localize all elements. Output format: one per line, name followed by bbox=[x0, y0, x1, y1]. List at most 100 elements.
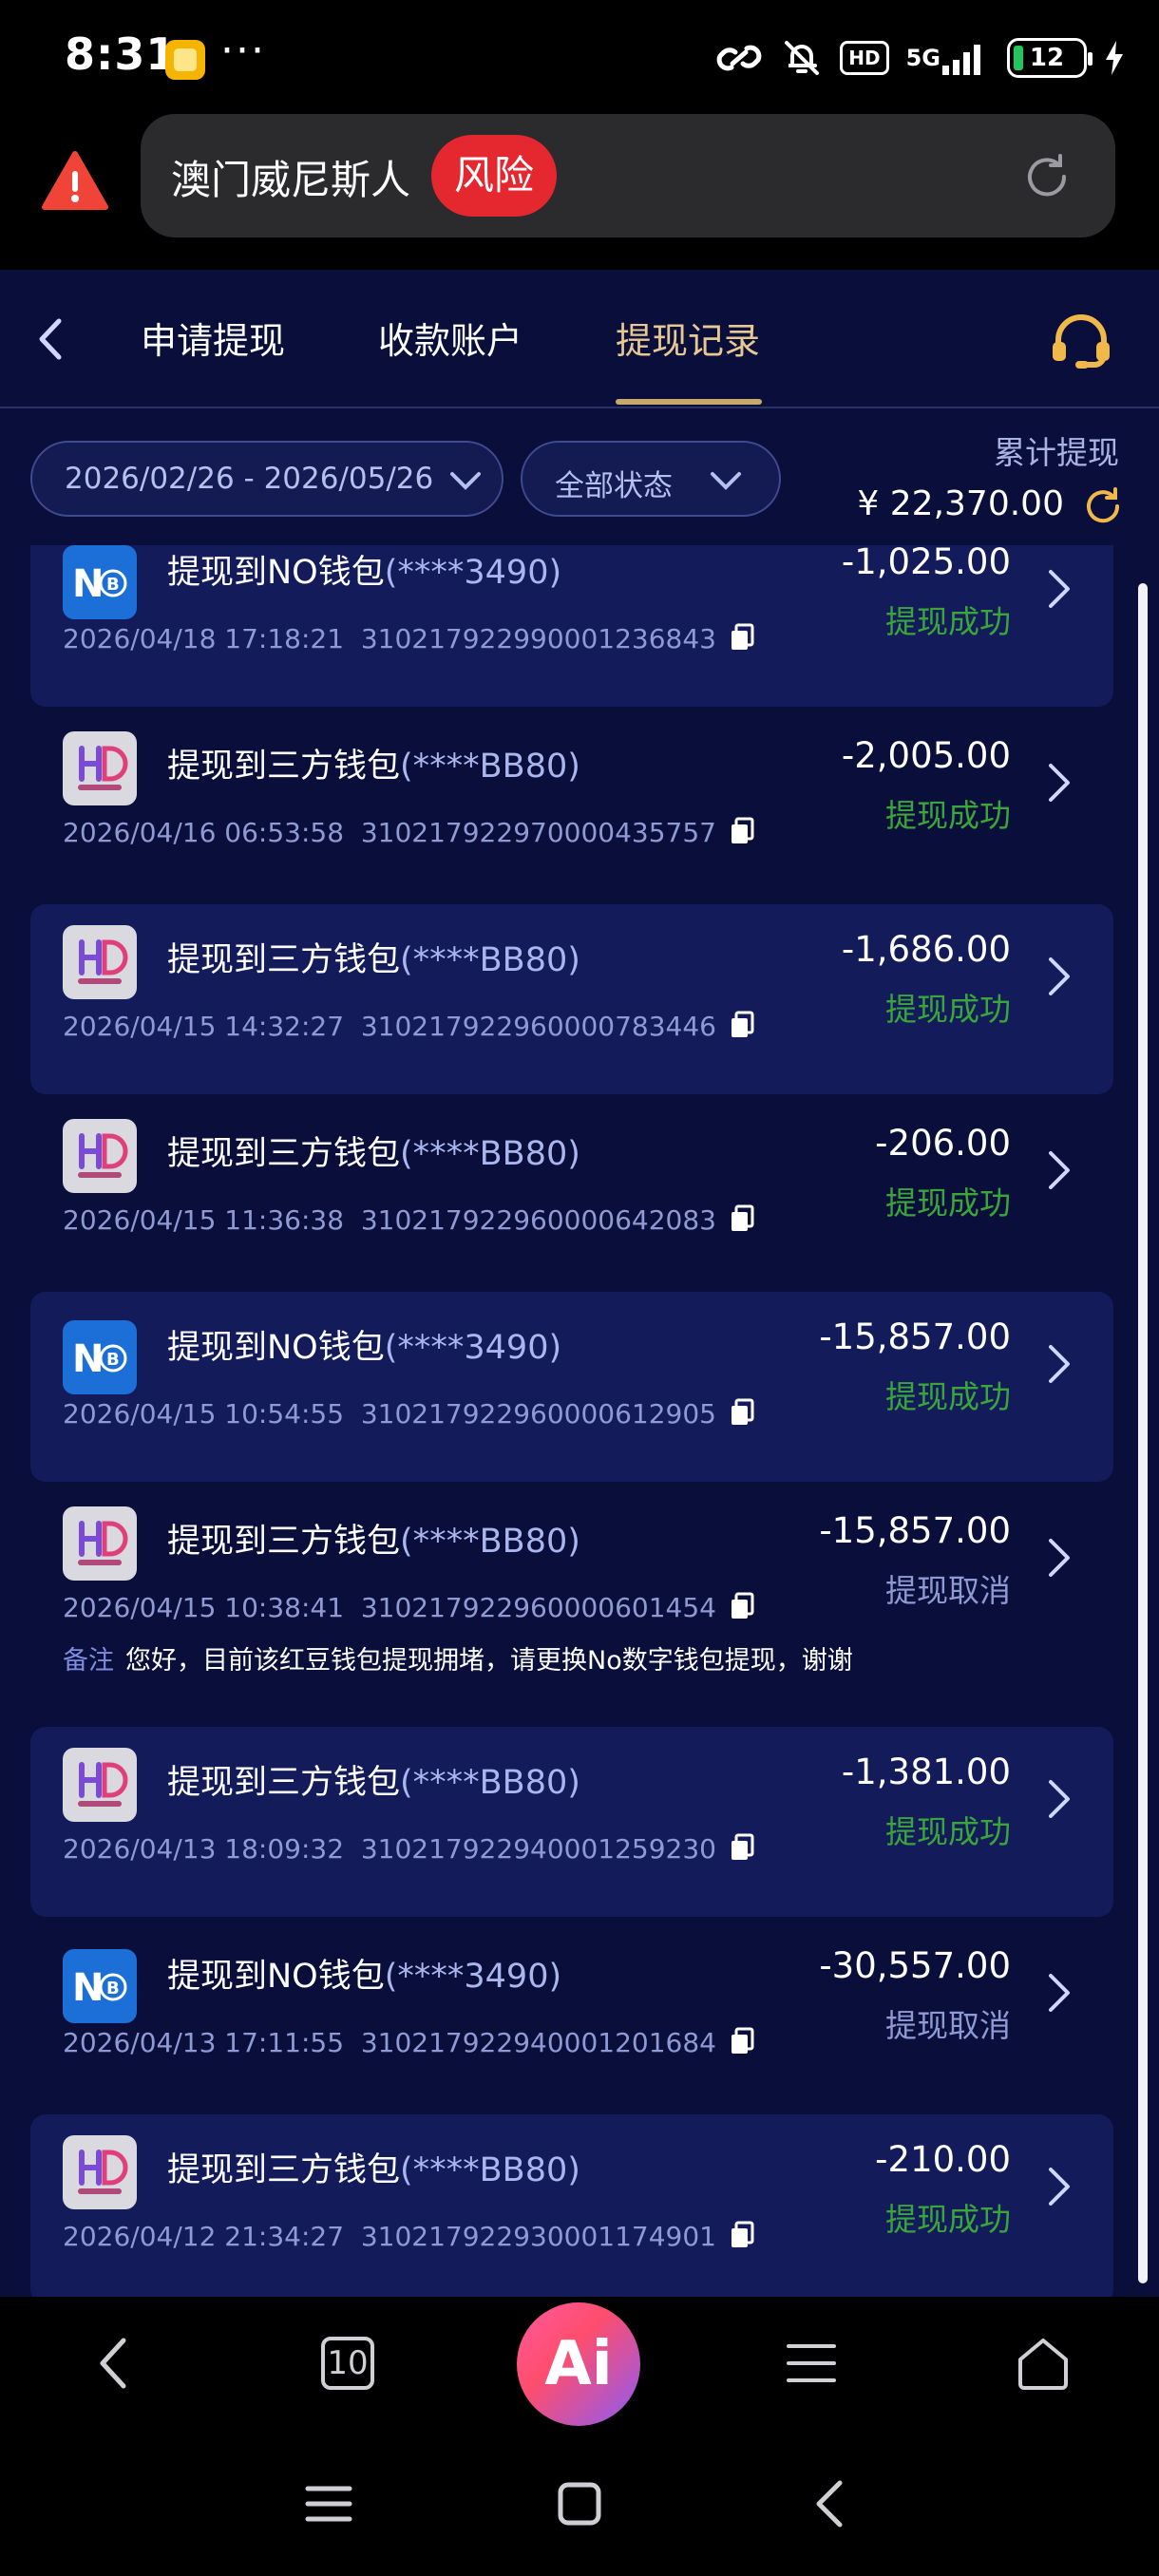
record-meta: 2026/04/15 10:54:55 31021792296000061290… bbox=[63, 1398, 754, 1430]
withdraw-records-page: 申请提现 收款账户 提现记录 2026/02/26 - 2026/05/26 全… bbox=[0, 270, 1159, 2297]
home-icon[interactable] bbox=[1005, 2325, 1081, 2401]
chevron-right-icon[interactable] bbox=[1045, 1341, 1074, 1387]
battery-icon: 12 bbox=[1007, 38, 1092, 78]
tab-payment-accounts[interactable]: 收款账户 bbox=[378, 312, 522, 364]
customer-service-headset-icon[interactable] bbox=[1047, 308, 1115, 376]
tab-withdraw-records[interactable]: 提现记录 bbox=[616, 312, 760, 364]
record-datetime: 2026/04/13 17:11:55 bbox=[63, 2027, 345, 2058]
status-filter-text: 全部状态 bbox=[555, 469, 673, 503]
copy-icon[interactable] bbox=[730, 2221, 754, 2249]
record-title: 提现到三方钱包(****BB80) bbox=[167, 1514, 580, 1563]
record-status: 提现成功 bbox=[885, 1184, 1011, 1222]
record-order-number: 310217922970000435757 bbox=[360, 817, 716, 848]
ai-assistant-button[interactable]: Ai bbox=[517, 2302, 640, 2426]
record-remark: 备注 您好，目前该红豆钱包提现拥堵，请更换No数字钱包提现，谢谢 bbox=[63, 1639, 853, 1676]
record-datetime: 2026/04/13 18:09:32 bbox=[63, 1833, 345, 1865]
status-time: 8:31 bbox=[65, 28, 178, 80]
total-withdraw-value: ¥ 22,370.00 bbox=[857, 484, 1064, 523]
record-meta: 2026/04/13 17:11:55 31021792294000120168… bbox=[63, 2027, 754, 2058]
record-title-text: 提现到三方钱包 bbox=[167, 1523, 401, 1561]
chevron-right-icon[interactable] bbox=[1045, 1147, 1074, 1193]
copy-icon[interactable] bbox=[730, 1011, 754, 1039]
copy-icon[interactable] bbox=[730, 1204, 754, 1233]
withdraw-record-item[interactable]: N B 提现到NO钱包(****3490) 2026/04/15 10:54:55 3… bbox=[30, 1292, 1113, 1482]
withdraw-record-item[interactable]: 提现到三方钱包(****BB80) 2026/04/15 10:38:41 310… bbox=[30, 1486, 1113, 1723]
copy-icon[interactable] bbox=[730, 2027, 754, 2055]
copy-icon[interactable] bbox=[730, 1833, 754, 1862]
battery-level: 12 bbox=[1029, 44, 1065, 72]
chevron-right-icon[interactable] bbox=[1045, 2164, 1074, 2209]
copy-icon[interactable] bbox=[730, 1398, 754, 1427]
record-meta: 2026/04/15 11:36:38 31021792296000064208… bbox=[63, 1204, 754, 1236]
no-wallet-icon: NB bbox=[63, 1949, 137, 2023]
record-amount: -206.00 bbox=[875, 1123, 1011, 1164]
record-meta: 2026/04/13 18:09:32 31021792294000125923… bbox=[63, 1833, 754, 1865]
withdraw-record-item[interactable]: 提现到三方钱包(****BB80) 2026/04/13 18:09:32 310… bbox=[30, 1727, 1113, 1917]
scrollbar[interactable] bbox=[1138, 583, 1148, 2283]
svg-text:B: B bbox=[106, 575, 120, 595]
chevron-right-icon[interactable] bbox=[1045, 1776, 1074, 1822]
tab-apply-withdraw[interactable]: 申请提现 bbox=[141, 312, 285, 364]
record-order-number: 310217922930001174901 bbox=[360, 2221, 716, 2252]
hd-icon: HD bbox=[840, 41, 889, 75]
status-bar: 8:31 ··· HD 5G 12 bbox=[0, 0, 1159, 114]
record-account-mask: (****3490) bbox=[384, 1329, 562, 1367]
svg-text:N: N bbox=[72, 1337, 104, 1381]
reload-icon[interactable] bbox=[1022, 152, 1072, 201]
record-amount: -15,857.00 bbox=[819, 1510, 1011, 1551]
record-amount: -15,857.00 bbox=[819, 1316, 1011, 1357]
record-order-number: 310217922960000601454 bbox=[360, 1592, 716, 1623]
chevron-right-icon[interactable] bbox=[1045, 566, 1074, 612]
record-amount: -210.00 bbox=[875, 2139, 1011, 2180]
risk-badge[interactable]: 风险 bbox=[431, 135, 558, 217]
withdraw-record-item[interactable]: N B 提现到NO钱包(****3490) 2026/04/13 17:11:55 3… bbox=[30, 1921, 1113, 2111]
svg-text:B: B bbox=[106, 1350, 120, 1370]
record-account-mask: (****BB80) bbox=[400, 1764, 580, 1802]
status-filter[interactable]: 全部状态 bbox=[521, 441, 781, 517]
record-datetime: 2026/04/15 11:36:38 bbox=[63, 1204, 345, 1236]
record-status: 提现取消 bbox=[885, 1572, 1011, 1609]
record-meta: 2026/04/16 06:53:58 31021792297000043575… bbox=[63, 817, 754, 848]
notes-app-icon bbox=[165, 40, 205, 80]
withdraw-record-item[interactable]: 提现到三方钱包(****BB80) 2026/04/16 06:53:58 310… bbox=[30, 710, 1113, 900]
chevron-right-icon[interactable] bbox=[1045, 1535, 1074, 1581]
record-title-text: 提现到三方钱包 bbox=[167, 748, 401, 786]
withdraw-record-item[interactable]: 提现到三方钱包(****BB80) 2026/04/15 14:32:27 310… bbox=[30, 904, 1113, 1094]
copy-icon[interactable] bbox=[730, 817, 754, 845]
tab-switcher-button[interactable]: 10 bbox=[310, 2325, 386, 2401]
browser-back-icon[interactable] bbox=[76, 2325, 152, 2401]
chevron-right-icon[interactable] bbox=[1045, 760, 1074, 805]
record-title: 提现到NO钱包(****3490) bbox=[167, 1320, 561, 1369]
recent-apps-icon[interactable] bbox=[300, 2475, 357, 2532]
browser-address-area: 澳门威尼斯人 风险 bbox=[0, 114, 1159, 270]
browser-bottom-bar: 10 Ai bbox=[0, 2297, 1159, 2430]
record-meta: 2026/04/15 14:32:27 31021792296000078344… bbox=[63, 1011, 754, 1042]
copy-icon[interactable] bbox=[730, 623, 754, 652]
tab-bar: 申请提现 收款账户 提现记录 bbox=[0, 270, 1159, 408]
record-order-number: 310217922960000642083 bbox=[360, 1204, 716, 1236]
menu-icon[interactable] bbox=[773, 2325, 849, 2401]
withdraw-record-item[interactable]: 提现到三方钱包(****BB80) 2026/04/12 21:34:27 310… bbox=[30, 2114, 1113, 2297]
chevron-right-icon[interactable] bbox=[1045, 1970, 1074, 2016]
withdraw-record-item[interactable]: N B 提现到NO钱包(****3490) 2026/04/18 17:18:21 3… bbox=[30, 545, 1113, 707]
address-bar[interactable]: 澳门威尼斯人 风险 bbox=[141, 114, 1115, 237]
hd-wallet-icon bbox=[63, 1119, 137, 1193]
record-meta: 2026/04/12 21:34:27 31021792293000117490… bbox=[63, 2221, 754, 2252]
date-range-filter[interactable]: 2026/02/26 - 2026/05/26 bbox=[30, 441, 504, 517]
record-order-number: 310217922940001259230 bbox=[360, 1833, 716, 1865]
bell-muted-icon bbox=[781, 34, 823, 82]
system-back-icon[interactable] bbox=[802, 2475, 859, 2532]
record-title-text: 提现到NO钱包 bbox=[167, 1958, 385, 1996]
network-label: 5G bbox=[905, 45, 940, 71]
chevron-down-icon bbox=[711, 472, 741, 490]
refresh-icon[interactable] bbox=[1083, 486, 1123, 526]
svg-text:N: N bbox=[72, 1966, 104, 2010]
chevron-right-icon[interactable] bbox=[1045, 954, 1074, 999]
record-title: 提现到三方钱包(****BB80) bbox=[167, 1127, 580, 1175]
copy-icon[interactable] bbox=[730, 1592, 754, 1620]
withdraw-record-item[interactable]: 提现到三方钱包(****BB80) 2026/04/15 11:36:38 310… bbox=[30, 1098, 1113, 1288]
record-order-number: 310217922960000612905 bbox=[360, 1398, 716, 1430]
back-arrow-icon[interactable] bbox=[32, 315, 70, 363]
record-title: 提现到NO钱包(****3490) bbox=[167, 1949, 561, 1998]
system-home-icon[interactable] bbox=[551, 2475, 608, 2532]
